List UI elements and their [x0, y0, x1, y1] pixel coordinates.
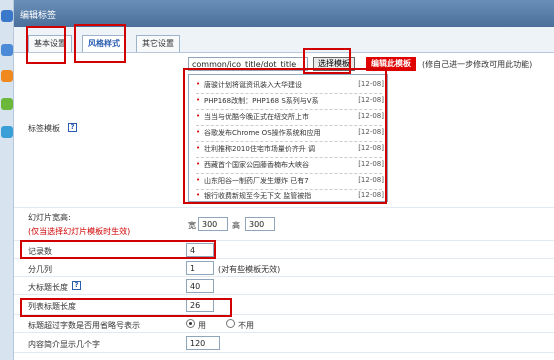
records-row: 记录数: [14, 241, 554, 259]
summary-label: 内容简介显示几个字: [28, 340, 100, 349]
preview-item: • 当当与优酷今晚正式在纽交所上市 [12-08]: [196, 112, 384, 121]
records-input[interactable]: [186, 243, 214, 257]
ellipsis-row: 标题超过字数是否用省略号表示 用 不用: [14, 315, 554, 333]
preview-divider: [196, 125, 382, 126]
list-title-input[interactable]: [186, 298, 214, 312]
template-label: 标签模板: [28, 124, 60, 133]
width-label: 宽: [188, 221, 196, 230]
preview-item: • PHP168改制：PHP168 S系列与V系 [12-08]: [196, 96, 384, 105]
window-titlebar: 编辑标签: [14, 0, 554, 27]
nav-home-icon[interactable]: [1, 10, 13, 22]
ellipsis-no-radio[interactable]: [226, 319, 235, 328]
tab-bar: 基本设置 风格样式 其它设置: [14, 27, 554, 53]
help-icon[interactable]: ?: [72, 281, 81, 290]
preview-item: • 西藏首个国家公园藤香楠布大峡谷 [12-08]: [196, 160, 384, 169]
slide-size-label: 幻灯片宽高:: [28, 213, 71, 222]
list-title-label: 列表标题长度: [28, 302, 76, 311]
template-preview: • 唐骏计划将诞资讯装入大华建设 [12-08] • PHP168改制：PHP168 …: [188, 74, 388, 202]
tab-style[interactable]: 风格样式: [82, 35, 126, 52]
ellipsis-yes-radio[interactable]: [186, 319, 195, 328]
tab-basic-settings[interactable]: 基本设置: [28, 35, 72, 52]
preview-divider: [196, 189, 382, 190]
edit-template-button[interactable]: 编辑此模板: [366, 57, 416, 71]
records-label: 记录数: [28, 247, 52, 256]
summary-input[interactable]: [186, 336, 220, 350]
slide-width-input[interactable]: [198, 217, 228, 231]
ellipsis-no-label: 不用: [238, 321, 254, 330]
slide-height-input[interactable]: [245, 217, 275, 231]
preview-divider: [196, 173, 382, 174]
columns-note: (对有些模板无效): [218, 265, 281, 274]
window-title: 编辑标签: [20, 11, 57, 21]
columns-row: 分几列 (对有些模板无效): [14, 259, 554, 277]
preview-divider: [196, 157, 382, 158]
nav-search-icon[interactable]: [1, 44, 13, 56]
template-path-input[interactable]: [188, 57, 308, 71]
help-icon[interactable]: ?: [68, 123, 77, 132]
ellipsis-yes-label: 用: [198, 321, 206, 330]
preview-divider: [196, 109, 382, 110]
preview-item: • 壮利推称2010住宅市场量价齐升 调 [12-08]: [196, 144, 384, 153]
nav-leaf-icon[interactable]: [1, 98, 13, 110]
preview-divider: [196, 141, 382, 142]
ellipsis-label: 标题超过字数是否用省略号表示: [28, 321, 140, 330]
columns-label: 分几列: [28, 265, 52, 274]
preview-item: • 银行收费新规至今无下文 监管被指 [12-08]: [196, 191, 384, 200]
big-title-row: 大标题长度 ?: [14, 277, 554, 295]
left-sidebar: [0, 0, 14, 360]
summary-row: 内容简介显示几个字: [14, 333, 554, 353]
big-title-label: 大标题长度: [28, 283, 68, 292]
select-template-button[interactable]: 选择模板: [313, 57, 355, 71]
preview-item: • 山东阳谷一制药厂发生爆炸 已有7 [12-08]: [196, 176, 384, 185]
big-title-input[interactable]: [186, 279, 214, 293]
slide-size-note: (仅当选择幻灯片模板时生效): [28, 227, 131, 236]
preview-item: • 谷歌发布Chrome OS操作系统和应用 [12-08]: [196, 128, 384, 137]
edit-template-note: (修自己进一步修改可用此功能): [422, 60, 533, 69]
preview-item: • 唐骏计划将诞资讯装入大华建设 [12-08]: [196, 80, 384, 89]
columns-input[interactable]: [186, 261, 214, 275]
template-row: 标签模板 ? 选择模板 编辑此模板 (修自己进一步修改可用此功能) •唐骏计划将…: [14, 53, 554, 208]
slide-size-row: 幻灯片宽高: (仅当选择幻灯片模板时生效) 宽 高: [14, 208, 554, 241]
nav-rss-icon[interactable]: [1, 70, 13, 82]
form-content: 标签模板 ? 选择模板 编辑此模板 (修自己进一步修改可用此功能) •唐骏计划将…: [14, 53, 554, 360]
preview-divider: [196, 93, 382, 94]
tab-other-settings[interactable]: 其它设置: [136, 35, 180, 52]
height-label: 高: [232, 221, 240, 230]
list-title-row: 列表标题长度: [14, 295, 554, 315]
nav-user-icon[interactable]: [1, 126, 13, 138]
